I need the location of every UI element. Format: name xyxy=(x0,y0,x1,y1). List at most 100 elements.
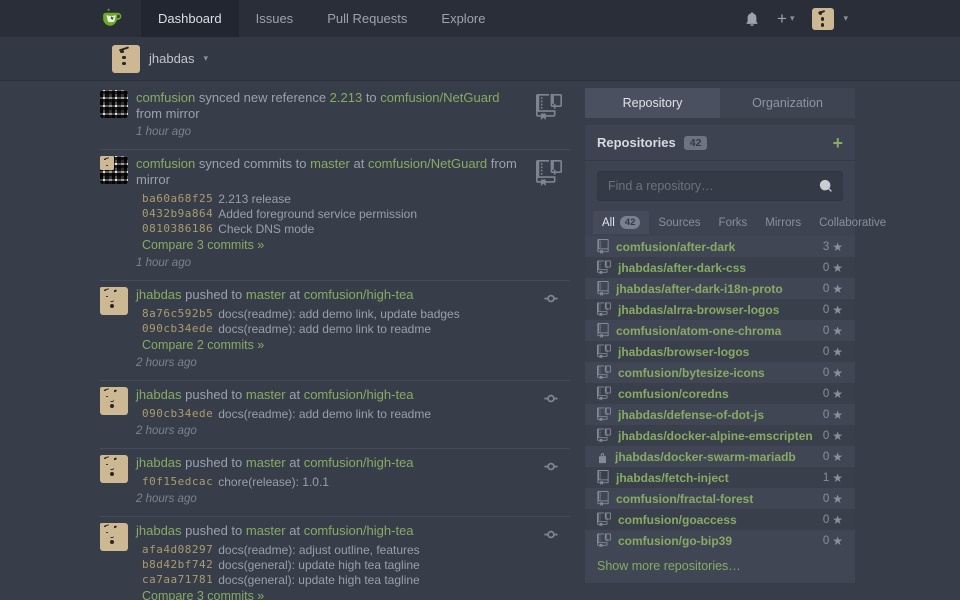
sidebar-tab-repository[interactable]: Repository xyxy=(585,88,720,118)
repository-row[interactable]: comfusion/coredns0★ xyxy=(585,383,855,404)
repository-row[interactable]: jhabdas/fetch-inject1★ xyxy=(585,467,855,488)
create-new-button[interactable]: + ▾ xyxy=(777,10,794,27)
repository-row[interactable]: jhabdas/after-dark-css0★ xyxy=(585,257,855,278)
repository-star-count: 3★ xyxy=(823,240,843,254)
repository-link[interactable]: comfusion/after-dark xyxy=(616,240,823,254)
feed-link[interactable]: master xyxy=(246,523,286,538)
feed-link[interactable]: master xyxy=(246,455,286,470)
git-commit-icon xyxy=(540,291,562,309)
repository-row[interactable]: jhabdas/defense-of-dot-js0★ xyxy=(585,404,855,425)
repository-link[interactable]: jhabdas/docker-alpine-emscripten xyxy=(618,429,823,443)
repo-clone-icon xyxy=(597,365,611,380)
repository-link[interactable]: jhabdas/after-dark-css xyxy=(618,261,823,275)
commit-hash-link[interactable]: 0810386186 xyxy=(142,222,213,235)
feed-link[interactable]: jhabdas xyxy=(136,387,182,402)
repository-row[interactable]: comfusion/atom-one-chroma0★ xyxy=(585,320,855,341)
repository-link[interactable]: comfusion/go-bip39 xyxy=(618,534,823,548)
feed-link[interactable]: jhabdas xyxy=(136,287,182,302)
repo-filter-collaborative[interactable]: Collaborative xyxy=(810,212,895,234)
commit-hash-link[interactable]: afa4d08297 xyxy=(142,543,213,556)
feed-link[interactable]: comfusion/high-tea xyxy=(304,455,414,470)
feed-link[interactable]: master xyxy=(310,156,350,171)
context-avatar xyxy=(112,45,140,73)
commit-hash-link[interactable]: ba60a68f25 xyxy=(142,192,213,205)
feed-text: at xyxy=(350,156,368,171)
feed-link[interactable]: comfusion/high-tea xyxy=(304,387,414,402)
commit-line: 090cb34ededocs(readme): add demo link to… xyxy=(142,406,570,421)
feed-entry-timestamp: 2 hours ago xyxy=(136,493,570,506)
commit-hash-link[interactable]: b8d42bf742 xyxy=(142,558,213,571)
repository-search-input[interactable] xyxy=(597,171,843,201)
feed-text: at xyxy=(286,455,304,470)
nav-item-dashboard[interactable]: Dashboard xyxy=(141,0,239,37)
feed-link[interactable]: comfusion/NetGuard xyxy=(380,90,499,105)
compare-commits-link[interactable]: Compare 3 commits » xyxy=(142,589,570,600)
committer-avatar xyxy=(100,287,114,301)
repository-link[interactable]: jhabdas/defense-of-dot-js xyxy=(618,408,823,422)
repo-filter-mirrors[interactable]: Mirrors xyxy=(756,212,810,234)
repository-row[interactable]: comfusion/go-bip390★ xyxy=(585,530,855,551)
nav-item-pull-requests[interactable]: Pull Requests xyxy=(310,0,424,37)
repository-link[interactable]: jhabdas/after-dark-i18n-proto xyxy=(616,282,823,296)
feed-link[interactable]: 2.213 xyxy=(330,90,363,105)
feed-link[interactable]: comfusion/NetGuard xyxy=(368,156,487,171)
feed-link[interactable]: master xyxy=(246,287,286,302)
feed-link[interactable]: comfusion/high-tea xyxy=(304,287,414,302)
repository-link[interactable]: comfusion/bytesize-icons xyxy=(618,366,823,380)
repo-clone-icon xyxy=(597,344,611,359)
commit-hash-link[interactable]: 090cb34ede xyxy=(142,407,213,420)
gitea-logo[interactable] xyxy=(100,0,125,37)
repository-row[interactable]: jhabdas/after-dark-i18n-proto0★ xyxy=(585,278,855,299)
repository-link[interactable]: jhabdas/alrra-browser-logos xyxy=(618,303,823,317)
feed-text: pushed to xyxy=(182,523,246,538)
notifications-button[interactable] xyxy=(745,12,759,26)
compare-commits-link[interactable]: Compare 2 commits » xyxy=(142,338,570,353)
commit-line: 0432b9a864Added foreground service permi… xyxy=(142,206,570,221)
user-menu-button[interactable]: ▾ xyxy=(812,8,848,30)
repository-row[interactable]: jhabdas/docker-alpine-emscripten0★ xyxy=(585,425,855,446)
repository-row[interactable]: jhabdas/docker-swarm-mariadb0★ xyxy=(585,446,855,467)
commit-hash-link[interactable]: 0432b9a864 xyxy=(142,207,213,220)
feed-link[interactable]: jhabdas xyxy=(136,455,182,470)
commit-hash-link[interactable]: f0f15edcac xyxy=(142,475,213,488)
repository-link[interactable]: comfusion/goaccess xyxy=(618,513,823,527)
chevron-down-icon[interactable]: ▾ xyxy=(204,53,209,64)
search-icon[interactable] xyxy=(819,179,833,196)
show-more-repositories-link[interactable]: Show more repositories… xyxy=(585,551,855,583)
feed-link[interactable]: master xyxy=(246,387,286,402)
repository-link[interactable]: jhabdas/fetch-inject xyxy=(616,471,823,485)
repo-filter-sources[interactable]: Sources xyxy=(649,212,709,234)
feed-entry-body: jhabdas pushed to master at comfusion/hi… xyxy=(136,287,570,370)
committer-avatar xyxy=(100,156,114,170)
feed-link[interactable]: comfusion xyxy=(136,90,195,105)
commit-hash-link[interactable]: 8a76c592b5 xyxy=(142,307,213,320)
nav-item-issues[interactable]: Issues xyxy=(239,0,311,37)
commit-list: ba60a68f252.213 release0432b9a864Added f… xyxy=(142,191,570,236)
nav-item-explore[interactable]: Explore xyxy=(424,0,502,37)
new-repository-button[interactable]: + xyxy=(832,134,843,152)
repository-row[interactable]: comfusion/fractal-forest0★ xyxy=(585,488,855,509)
repository-link[interactable]: jhabdas/docker-swarm-mariadb xyxy=(615,450,823,464)
repo-filter-label: Collaborative xyxy=(819,217,886,229)
star-icon: ★ xyxy=(832,345,843,359)
star-icon: ★ xyxy=(832,471,843,485)
compare-commits-link[interactable]: Compare 3 commits » xyxy=(142,238,570,253)
repository-row[interactable]: comfusion/after-dark3★ xyxy=(585,236,855,257)
commit-hash-link[interactable]: 090cb34ede xyxy=(142,322,213,335)
repository-row[interactable]: comfusion/bytesize-icons0★ xyxy=(585,362,855,383)
repository-link[interactable]: jhabdas/browser-logos xyxy=(618,345,823,359)
commit-hash-link[interactable]: ca7aa71781 xyxy=(142,573,213,586)
repository-row[interactable]: jhabdas/alrra-browser-logos0★ xyxy=(585,299,855,320)
feed-link[interactable]: comfusion xyxy=(136,156,195,171)
sidebar-tab-organization[interactable]: Organization xyxy=(720,88,855,118)
repo-filter-forks[interactable]: Forks xyxy=(710,212,757,234)
feed-link[interactable]: comfusion/high-tea xyxy=(304,523,414,538)
repo-filter-all[interactable]: All42 xyxy=(593,211,649,234)
repository-row[interactable]: comfusion/goaccess0★ xyxy=(585,509,855,530)
feed-link[interactable]: jhabdas xyxy=(136,523,182,538)
repository-link[interactable]: comfusion/atom-one-chroma xyxy=(616,324,823,338)
repository-link[interactable]: comfusion/fractal-forest xyxy=(616,492,823,506)
repository-link[interactable]: comfusion/coredns xyxy=(618,387,823,401)
repository-row[interactable]: jhabdas/browser-logos0★ xyxy=(585,341,855,362)
actor-avatar[interactable] xyxy=(100,90,128,118)
